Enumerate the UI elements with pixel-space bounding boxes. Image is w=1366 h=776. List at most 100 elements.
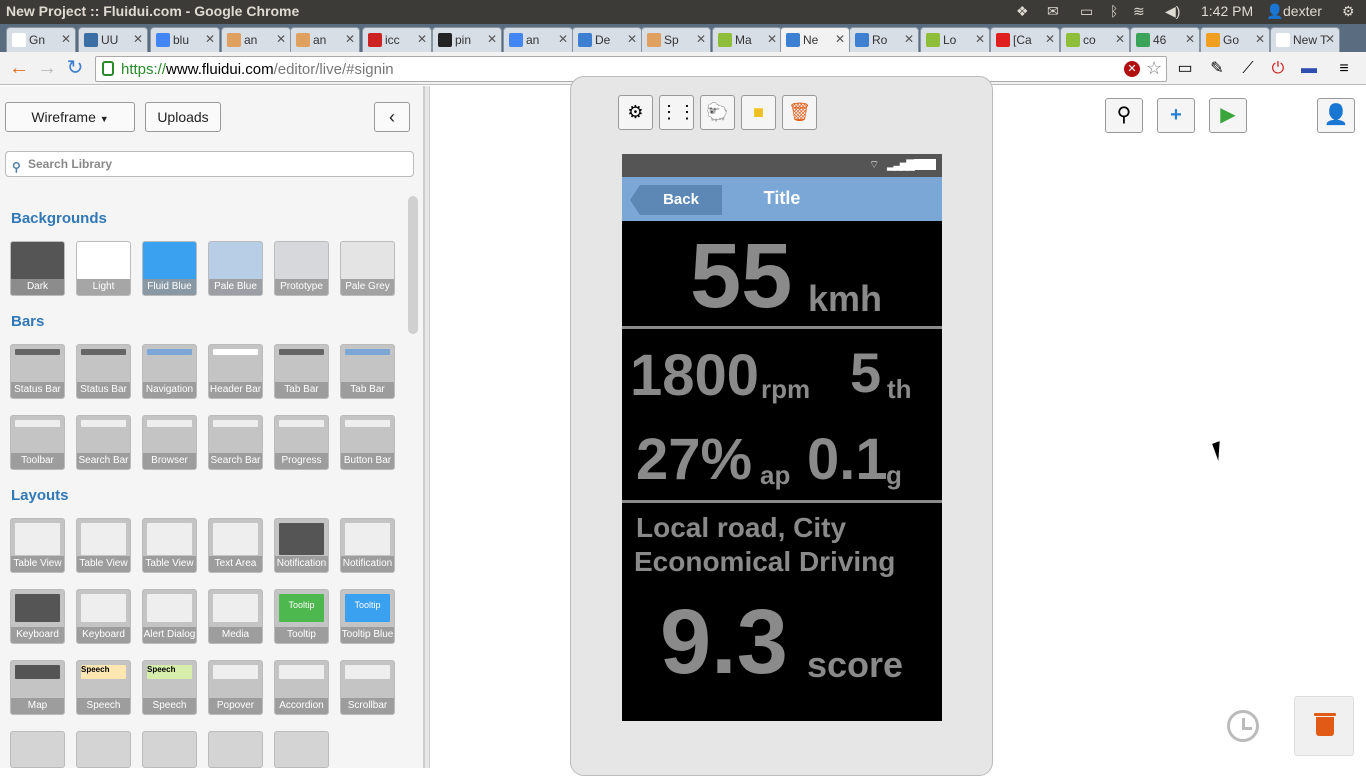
delete-trash-icon[interactable]: 🗑 (782, 95, 817, 130)
add-screen-plus-icon[interactable]: + (1157, 98, 1195, 133)
close-tab-icon[interactable]: ✕ (1325, 32, 1335, 46)
library-tile[interactable]: Pale Blue (208, 241, 263, 296)
browser-tab[interactable]: Lo ✕ (920, 27, 990, 52)
browser-tab[interactable]: Ro ✕ (849, 27, 919, 52)
bookmark-star-icon[interactable]: ☆ (1146, 58, 1162, 79)
library-tile[interactable]: Prototype (274, 241, 329, 296)
library-tile[interactable]: Progress (274, 415, 329, 470)
play-preview-icon[interactable]: ▶ (1209, 98, 1247, 133)
library-tile[interactable]: Speech Speech (76, 660, 131, 715)
extension-wrench-icon[interactable]: ✎ (1207, 59, 1227, 79)
section-layouts[interactable]: Layouts (11, 487, 69, 504)
library-tile[interactable]: Table View (10, 518, 65, 573)
library-tile[interactable]: Scrollbar (340, 660, 395, 715)
browser-tab[interactable]: [Ca ✕ (990, 27, 1060, 52)
user-icon[interactable]: 👤 (1266, 3, 1283, 20)
close-tab-icon[interactable]: ✕ (1115, 32, 1125, 46)
phone-screen[interactable]: ⌔ ▂▃▅▇ Back Title 55 kmh 1800 rpm 5 th 2… (622, 154, 942, 721)
editor-canvas[interactable]: ⚙ ⋮⋮ 🐑 ■ 🗑 ⌔ ▂▃▅▇ Back Title 55 kmh 1800… (430, 76, 1366, 776)
browser-tab[interactable]: blu ✕ (150, 27, 220, 52)
close-tab-icon[interactable]: ✕ (133, 32, 143, 46)
browser-tab[interactable]: UU ✕ (78, 27, 148, 52)
browser-tab[interactable]: Ne ✕ (780, 27, 850, 52)
account-user-icon[interactable]: 👤 (1317, 98, 1355, 133)
wifi-icon[interactable]: ≋ (1133, 3, 1145, 20)
library-tile[interactable]: Accordion (274, 660, 329, 715)
back-button[interactable]: Back (630, 185, 722, 215)
library-tile[interactable]: Pale Grey (340, 241, 395, 296)
blocked-icon[interactable]: ✕ (1124, 61, 1140, 77)
browser-tab[interactable]: pin ✕ (432, 27, 502, 52)
extension-ruler-icon[interactable]: ▭ (1175, 59, 1195, 79)
collapse-panel-chevron-icon[interactable]: ‹ (374, 102, 410, 132)
close-tab-icon[interactable]: ✕ (487, 32, 497, 46)
library-tile[interactable]: Table View (142, 518, 197, 573)
library-tile[interactable]: Header Bar (208, 344, 263, 399)
close-tab-icon[interactable]: ✕ (627, 32, 637, 46)
library-tile[interactable] (142, 731, 197, 768)
extension-stop-icon[interactable]: ⏻ (1268, 59, 1288, 79)
trash-bin[interactable] (1294, 696, 1354, 756)
library-tile[interactable] (274, 731, 329, 768)
library-tile[interactable]: Tab Bar (340, 344, 395, 399)
library-tile[interactable]: Tab Bar (274, 344, 329, 399)
settings-gear-tool-icon[interactable]: ⚙ (618, 95, 653, 130)
browser-tab[interactable]: 46 ✕ (1130, 27, 1200, 52)
library-tile[interactable] (208, 731, 263, 768)
browser-tab[interactable]: New T ✕ (1270, 27, 1340, 52)
library-tile[interactable]: Media (208, 589, 263, 644)
wireframe-dropdown[interactable]: Wireframe ▼ (5, 102, 135, 132)
library-tile[interactable]: Speech Speech (142, 660, 197, 715)
library-tile[interactable]: Toolbar (10, 415, 65, 470)
browser-tab[interactable]: co ✕ (1060, 27, 1130, 52)
browser-tab[interactable]: Go ✕ (1200, 27, 1270, 52)
close-tab-icon[interactable]: ✕ (61, 32, 71, 46)
close-tab-icon[interactable]: ✕ (767, 32, 777, 46)
back-arrow-icon[interactable]: ← (8, 58, 30, 80)
browser-tab[interactable]: an ✕ (221, 27, 291, 52)
user-name[interactable]: dexter (1283, 3, 1322, 19)
library-tile[interactable]: Table View (76, 518, 131, 573)
sheep-tool-icon[interactable]: 🐑 (700, 95, 735, 130)
browser-tab[interactable]: De ✕ (572, 27, 642, 52)
close-tab-icon[interactable]: ✕ (696, 32, 706, 46)
close-tab-icon[interactable]: ✕ (558, 32, 568, 46)
battery-icon[interactable]: ▭ (1080, 3, 1093, 20)
close-tab-icon[interactable]: ✕ (975, 32, 985, 46)
close-tab-icon[interactable]: ✕ (904, 32, 914, 46)
volume-icon[interactable]: ◀) (1165, 3, 1180, 20)
extension-flag-icon[interactable]: ▬ (1299, 59, 1319, 79)
library-tile[interactable]: Search Bar (76, 415, 131, 470)
library-tile[interactable]: Navigation (142, 344, 197, 399)
close-tab-icon[interactable]: ✕ (205, 32, 215, 46)
close-tab-icon[interactable]: ✕ (835, 32, 845, 46)
library-tile[interactable]: Fluid Blue (142, 241, 197, 296)
browser-tab[interactable]: Sp ✕ (641, 27, 711, 52)
library-tile[interactable]: Tooltip Tooltip (274, 589, 329, 644)
zoom-out-icon[interactable]: ⚲ (1105, 98, 1143, 133)
close-tab-icon[interactable]: ✕ (345, 32, 355, 46)
section-backgrounds[interactable]: Backgrounds (11, 210, 107, 227)
library-tile[interactable]: Browser (142, 415, 197, 470)
browser-tab[interactable]: an ✕ (503, 27, 573, 52)
browser-tab[interactable]: an ✕ (290, 27, 360, 52)
library-tile[interactable]: Status Bar (10, 344, 65, 399)
browser-tab[interactable]: icc ✕ (362, 27, 432, 52)
clock-text[interactable]: 1:42 PM (1201, 3, 1253, 19)
forward-arrow-icon[interactable]: → (36, 58, 58, 80)
library-tile[interactable]: Popover (208, 660, 263, 715)
settings-gear-icon[interactable]: ⚙ (1342, 3, 1355, 20)
library-tile[interactable]: Map (10, 660, 65, 715)
close-tab-icon[interactable]: ✕ (417, 32, 427, 46)
library-tile[interactable]: Keyboard (10, 589, 65, 644)
library-tile[interactable]: Keyboard (76, 589, 131, 644)
library-tile[interactable]: Notification (274, 518, 329, 573)
library-tile[interactable] (76, 731, 131, 768)
close-tab-icon[interactable]: ✕ (1185, 32, 1195, 46)
library-tile[interactable]: Alert Dialog (142, 589, 197, 644)
extension-eyedropper-icon[interactable]: ⟋ (1238, 59, 1258, 79)
browser-tab[interactable]: Gn ✕ (6, 27, 76, 52)
dropbox-icon[interactable]: ❖ (1016, 3, 1029, 20)
library-tile[interactable]: Light (76, 241, 131, 296)
library-tile[interactable]: Status Bar (76, 344, 131, 399)
